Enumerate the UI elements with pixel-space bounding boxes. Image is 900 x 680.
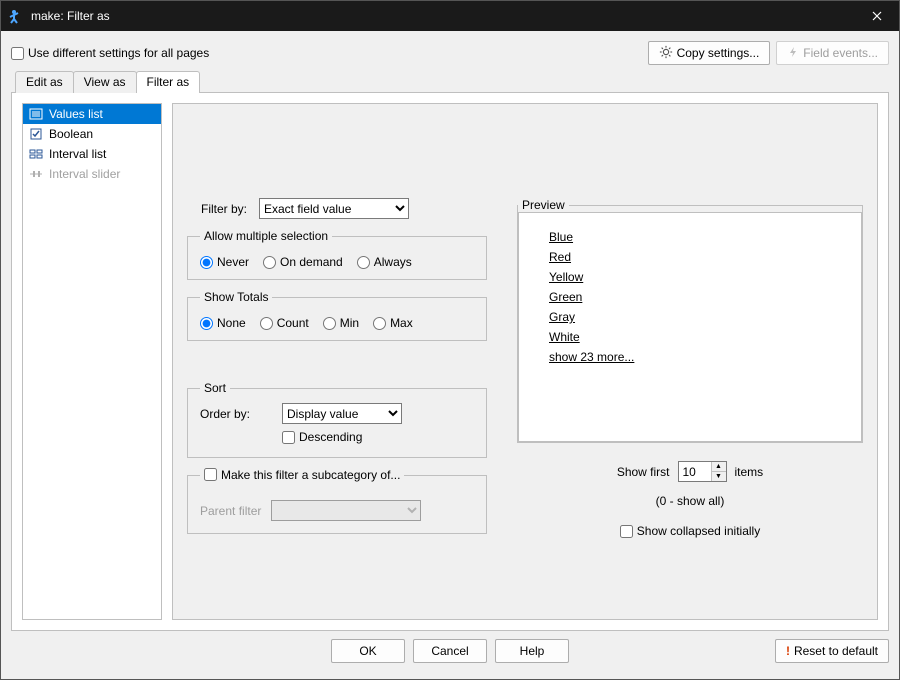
- parent-filter-select: [271, 500, 421, 521]
- preview-item[interactable]: Yellow: [549, 267, 831, 287]
- window-title: make: Filter as: [31, 9, 855, 23]
- show-first-value[interactable]: [679, 462, 711, 481]
- reset-button[interactable]: ! Reset to default: [775, 639, 889, 663]
- spin-down-icon: ▼: [712, 472, 726, 481]
- dialog-body: Use different settings for all pages Cop…: [1, 31, 899, 679]
- allow-multiple-legend: Allow multiple selection: [200, 229, 332, 243]
- footer: OK Cancel Help ! Reset to default: [11, 631, 889, 671]
- filter-by-label: Filter by:: [187, 202, 247, 216]
- tab-view-as[interactable]: View as: [73, 71, 137, 93]
- radio-count[interactable]: Count: [260, 316, 309, 330]
- radio-none[interactable]: None: [200, 316, 246, 330]
- tab-edit-as[interactable]: Edit as: [15, 71, 74, 93]
- use-different-label: Use different settings for all pages: [28, 46, 209, 60]
- warning-icon: !: [786, 644, 790, 658]
- list-item-interval-slider: Interval slider: [23, 164, 161, 184]
- close-button[interactable]: [855, 1, 899, 31]
- parent-filter-label: Parent filter: [200, 504, 261, 518]
- show-first-hint: (0 - show all): [517, 494, 863, 508]
- copy-settings-button[interactable]: Copy settings...: [648, 41, 771, 65]
- settings-pane: Filter by: Exact field value Allow multi…: [172, 103, 878, 620]
- show-first-input[interactable]: ▲▼: [678, 461, 727, 482]
- list-item-values-list[interactable]: Values list: [23, 104, 161, 124]
- preview-box: Blue Red Yellow Green Gray White show 23…: [518, 212, 862, 442]
- preview-item[interactable]: Red: [549, 247, 831, 267]
- tabs: Edit as View as Filter as: [15, 71, 889, 93]
- show-first-label: Show first: [617, 465, 670, 479]
- subcategory-checkbox[interactable]: Make this filter a subcategory of...: [204, 468, 400, 482]
- show-first-row: Show first ▲▼ items: [517, 461, 863, 482]
- preview-item[interactable]: Blue: [549, 227, 831, 247]
- interval-list-icon: [29, 147, 43, 161]
- slider-icon: [29, 167, 43, 181]
- tab-panel: Values list Boolean Interval list Interv…: [11, 92, 889, 631]
- radio-min[interactable]: Min: [323, 316, 359, 330]
- app-icon: [9, 8, 25, 24]
- show-first-items: items: [735, 465, 764, 479]
- filter-by-select[interactable]: Exact field value: [259, 198, 409, 219]
- preview-legend: Preview: [518, 198, 569, 212]
- order-by-select[interactable]: Display value: [282, 403, 402, 424]
- show-collapsed-checkbox[interactable]: Show collapsed initially: [620, 524, 760, 538]
- checkbox-icon: [29, 127, 43, 141]
- radio-on-demand[interactable]: On demand: [263, 255, 343, 269]
- show-totals-fieldset: Show Totals None Count Min Max: [187, 290, 487, 341]
- preview-item[interactable]: Gray: [549, 307, 831, 327]
- preview-show-more[interactable]: show 23 more...: [549, 347, 831, 367]
- field-events-button: Field events...: [776, 41, 889, 65]
- sort-legend: Sort: [200, 381, 230, 395]
- gear-icon: [659, 45, 673, 62]
- radio-max[interactable]: Max: [373, 316, 413, 330]
- show-totals-legend: Show Totals: [200, 290, 272, 304]
- filter-by-row: Filter by: Exact field value: [187, 198, 487, 219]
- list-item-interval-list[interactable]: Interval list: [23, 144, 161, 164]
- spinner[interactable]: ▲▼: [711, 462, 726, 481]
- descending-checkbox[interactable]: Descending: [282, 430, 362, 444]
- ok-button[interactable]: OK: [331, 639, 405, 663]
- field-events-label: Field events...: [803, 46, 878, 60]
- sort-fieldset: Sort Order by: Display value Descending: [187, 381, 487, 458]
- preview-item[interactable]: White: [549, 327, 831, 347]
- spin-up-icon: ▲: [712, 462, 726, 472]
- top-row: Use different settings for all pages Cop…: [11, 41, 889, 65]
- titlebar: make: Filter as: [1, 1, 899, 31]
- list-item-boolean[interactable]: Boolean: [23, 124, 161, 144]
- preview-fieldset: Preview Blue Red Yellow Green Gray White…: [517, 198, 863, 443]
- radio-always[interactable]: Always: [357, 255, 412, 269]
- radio-never[interactable]: Never: [200, 255, 249, 269]
- help-button[interactable]: Help: [495, 639, 569, 663]
- cancel-button[interactable]: Cancel: [413, 639, 487, 663]
- list-icon: [29, 107, 43, 121]
- copy-settings-label: Copy settings...: [677, 46, 760, 60]
- order-by-label: Order by:: [200, 407, 270, 421]
- allow-multiple-fieldset: Allow multiple selection Never On demand…: [187, 229, 487, 280]
- preview-item[interactable]: Green: [549, 287, 831, 307]
- lightning-icon: [787, 46, 799, 61]
- use-different-checkbox[interactable]: Use different settings for all pages: [11, 46, 209, 60]
- dialog-window: make: Filter as Use different settings f…: [0, 0, 900, 680]
- filter-type-list[interactable]: Values list Boolean Interval list Interv…: [22, 103, 162, 620]
- subcategory-fieldset: Make this filter a subcategory of... Par…: [187, 468, 487, 535]
- tab-filter-as[interactable]: Filter as: [136, 71, 201, 93]
